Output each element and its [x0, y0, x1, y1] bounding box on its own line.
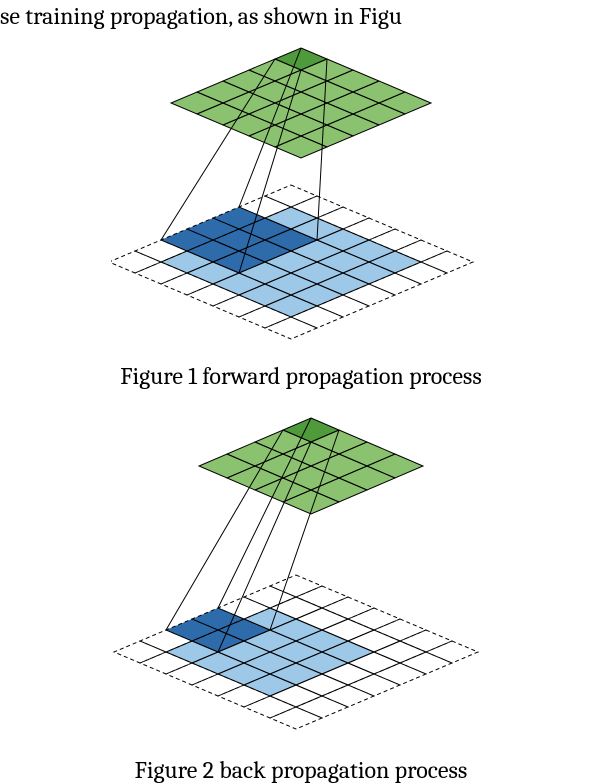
figure-1-caption: Figure 1 forward propagation process: [0, 362, 602, 390]
figure-1-svg: [111, 40, 491, 360]
figure-2-caption: Figure 2 back propagation process: [0, 756, 602, 784]
figure-2-svg: [111, 400, 491, 750]
partial-text-line: se training propagation, as shown in Fig…: [0, 0, 602, 30]
figure-1: [0, 40, 602, 360]
figure-2: [0, 400, 602, 750]
